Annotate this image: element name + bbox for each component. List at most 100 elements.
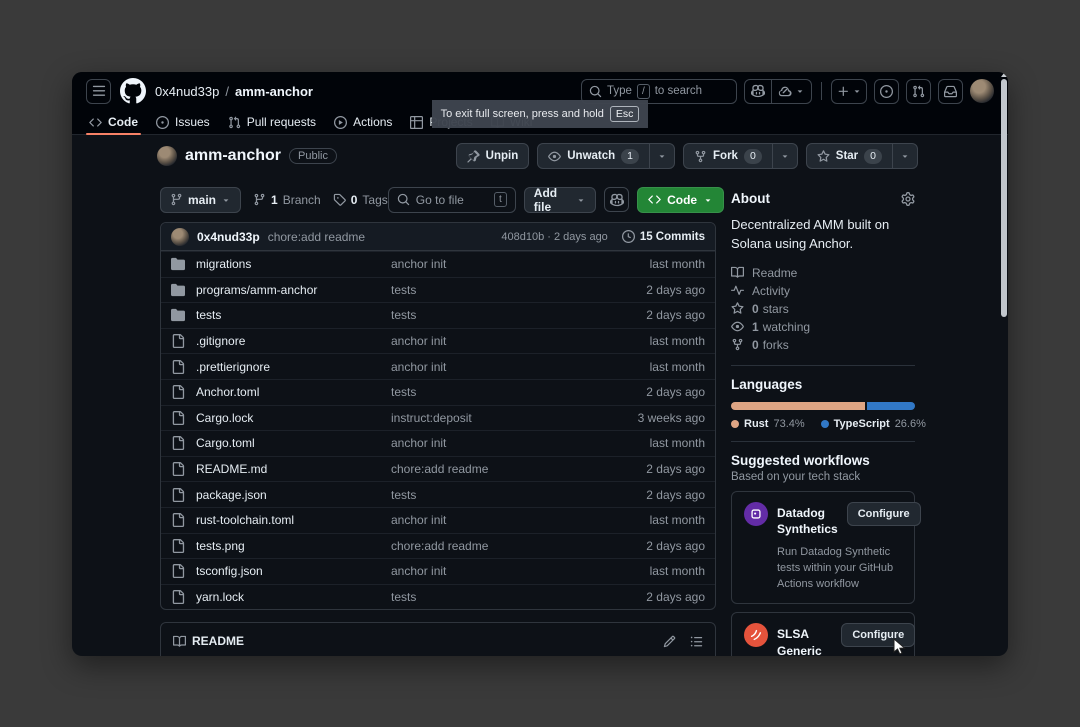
fork-dropdown[interactable] (772, 144, 797, 168)
workflow-name[interactable]: Datadog Synthetics (777, 502, 838, 539)
file-name[interactable]: README.md (196, 462, 391, 476)
table-row[interactable]: migrationsanchor initlast month (161, 251, 715, 277)
file-name[interactable]: migrations (196, 257, 391, 271)
watch-button[interactable]: Unwatch1 (537, 143, 675, 169)
stars-link[interactable]: 0stars (731, 300, 915, 318)
file-name[interactable]: programs/amm-anchor (196, 283, 391, 297)
readme-link[interactable]: Readme (731, 264, 915, 282)
language-typescript[interactable]: TypeScript26.6% (821, 418, 926, 430)
scrollbar-thumb[interactable] (1001, 79, 1007, 317)
file-name[interactable]: yarn.lock (196, 590, 391, 604)
file-name[interactable]: rust-toolchain.toml (196, 513, 391, 527)
table-row[interactable]: package.jsontests2 days ago (161, 481, 715, 507)
configure-button[interactable]: Configure (847, 502, 921, 526)
table-row[interactable]: Cargo.lockinstruct:deposit3 weeks ago (161, 405, 715, 431)
tab-pull-requests[interactable]: Pull requests (219, 110, 325, 134)
file-name[interactable]: Cargo.toml (196, 436, 391, 450)
language-rust[interactable]: Rust73.4% (731, 418, 805, 430)
fork-button[interactable]: Fork0 (683, 143, 798, 169)
file-commit-message[interactable]: tests (391, 488, 611, 502)
code-dropdown-button[interactable]: Code (637, 187, 724, 213)
copilot-agents-dropdown[interactable] (771, 80, 811, 103)
pencil-icon (663, 635, 676, 648)
file-commit-message[interactable]: anchor init (391, 334, 611, 348)
readme-tab[interactable]: README (173, 623, 244, 656)
create-new-button[interactable] (831, 79, 867, 104)
global-nav-menu-button[interactable] (86, 79, 111, 104)
star-button[interactable]: Star0 (806, 143, 918, 169)
star-dropdown[interactable] (892, 144, 917, 168)
table-row[interactable]: tests.pngchore:add readme2 days ago (161, 533, 715, 559)
file-commit-message[interactable]: tests (391, 590, 611, 604)
file-name[interactable]: tsconfig.json (196, 564, 391, 578)
edit-readme-button[interactable] (663, 632, 676, 650)
file-commit-message[interactable]: anchor init (391, 513, 611, 527)
file-name[interactable]: .prettierignore (196, 360, 391, 374)
table-row[interactable]: Cargo.tomlanchor initlast month (161, 430, 715, 456)
github-logo[interactable] (120, 78, 146, 104)
pull-requests-dashboard-button[interactable] (906, 79, 931, 104)
unpin-button[interactable]: Unpin (456, 143, 530, 169)
typescript-bar-segment[interactable] (867, 402, 915, 410)
page-scrollbar[interactable] (999, 72, 1008, 656)
file-commit-message[interactable]: chore:add readme (391, 539, 611, 553)
git-pull-request-icon (912, 85, 925, 98)
file-name[interactable]: tests.png (196, 539, 391, 553)
table-row[interactable]: Anchor.tomltests2 days ago (161, 379, 715, 405)
scroll-up-arrow[interactable] (1001, 73, 1007, 77)
user-avatar[interactable] (970, 79, 994, 103)
forks-link[interactable]: 0forks (731, 336, 915, 354)
branch-selector[interactable]: main (160, 187, 241, 213)
file-commit-message[interactable]: chore:add readme (391, 462, 611, 476)
commit-author[interactable]: 0x4nud33p (197, 230, 260, 244)
watching-link[interactable]: 1watching (731, 318, 915, 336)
table-row[interactable]: tsconfig.jsonanchor initlast month (161, 558, 715, 584)
file-name[interactable]: Cargo.lock (196, 411, 391, 425)
file-name[interactable]: tests (196, 308, 391, 322)
table-row[interactable]: .prettierignoreanchor initlast month (161, 353, 715, 379)
activity-link[interactable]: Activity (731, 282, 915, 300)
table-row[interactable]: rust-toolchain.tomlanchor initlast month (161, 507, 715, 533)
file-commit-message[interactable]: anchor init (391, 564, 611, 578)
workflow-name[interactable]: SLSA Generic generator (777, 623, 832, 656)
file-commit-message[interactable]: anchor init (391, 360, 611, 374)
watch-dropdown[interactable] (649, 144, 674, 168)
file-commit-message[interactable]: tests (391, 385, 611, 399)
rust-bar-segment[interactable] (731, 402, 865, 410)
tab-actions[interactable]: Actions (325, 110, 401, 134)
go-to-file-input[interactable]: Go to file t (388, 187, 516, 213)
tab-issues[interactable]: Issues (147, 110, 219, 134)
table-row[interactable]: programs/amm-anchortests2 days ago (161, 277, 715, 303)
add-file-button[interactable]: Add file (524, 187, 596, 213)
branches-link[interactable]: 1Branch (253, 193, 321, 207)
breadcrumb-repo[interactable]: amm-anchor (235, 84, 313, 99)
table-row[interactable]: teststests2 days ago (161, 302, 715, 328)
file-name[interactable]: package.json (196, 488, 391, 502)
copilot-button[interactable] (745, 80, 771, 103)
commit-message[interactable]: chore:add readme (268, 230, 365, 244)
repo-owner-avatar[interactable] (157, 146, 177, 166)
commit-meta[interactable]: 408d10b · 2 days ago (501, 231, 607, 243)
commit-author-avatar[interactable] (171, 228, 189, 246)
copilot-code-button[interactable] (604, 187, 629, 212)
tab-code[interactable]: Code (80, 110, 147, 134)
file-commit-message[interactable]: tests (391, 308, 611, 322)
file-commit-message[interactable]: tests (391, 283, 611, 297)
file-commit-message[interactable]: anchor init (391, 257, 611, 271)
file-name[interactable]: Anchor.toml (196, 385, 391, 399)
breadcrumb-owner[interactable]: 0x4nud33p (155, 84, 219, 99)
table-row[interactable]: yarn.locktests2 days ago (161, 584, 715, 610)
file-commit-message[interactable]: instruct:deposit (391, 411, 611, 425)
file-commit-message[interactable]: anchor init (391, 436, 611, 450)
notifications-inbox-button[interactable] (938, 79, 963, 104)
issues-dashboard-button[interactable] (874, 79, 899, 104)
tags-link[interactable]: 0Tags (333, 193, 388, 207)
table-row[interactable]: README.mdchore:add readme2 days ago (161, 456, 715, 482)
commit-sha[interactable]: 408d10b (501, 231, 544, 243)
commit-history-link[interactable]: 15 Commits (622, 230, 705, 243)
readme-outline-button[interactable] (690, 632, 703, 650)
edit-about-button[interactable] (901, 192, 915, 206)
file-name[interactable]: .gitignore (196, 334, 391, 348)
repo-title[interactable]: amm-anchor (185, 147, 281, 165)
table-row[interactable]: .gitignoreanchor initlast month (161, 328, 715, 354)
